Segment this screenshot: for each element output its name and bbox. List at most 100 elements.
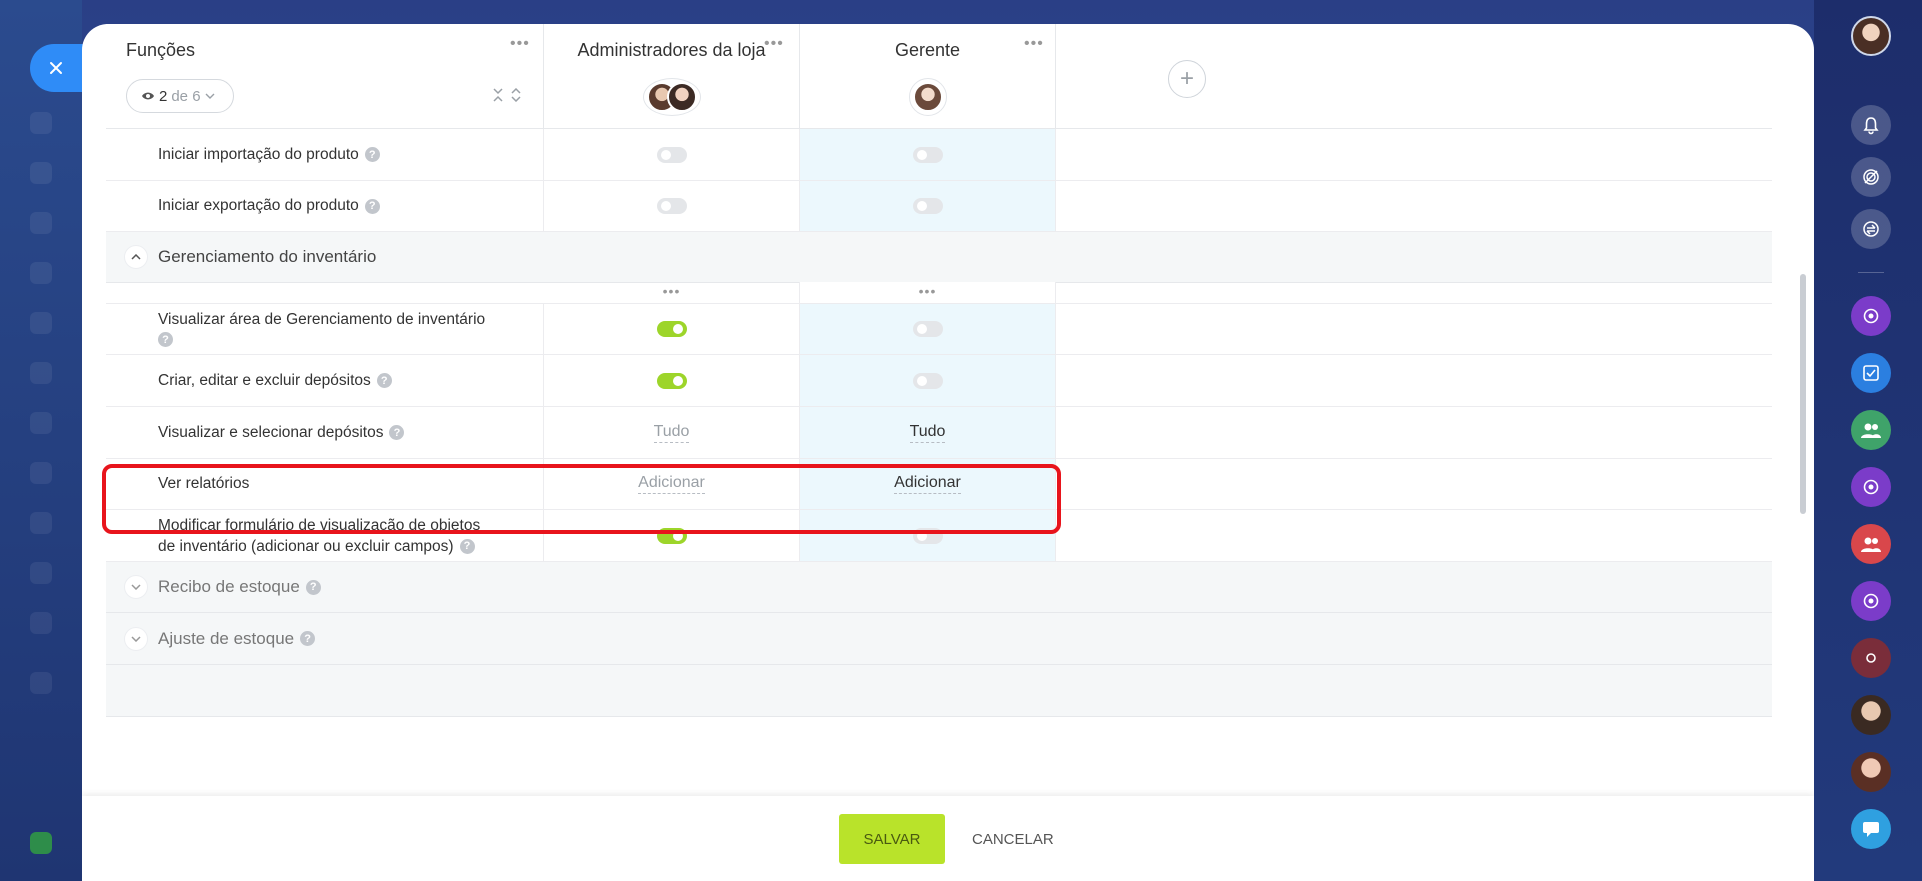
help-icon[interactable]: ? [305, 579, 321, 595]
role-members[interactable] [908, 78, 947, 116]
save-button[interactable]: SALVAR [839, 814, 945, 864]
permissions-table: Funções ••• 2 de 6 Administradores da lo… [106, 24, 1772, 796]
admin-cell [544, 510, 800, 561]
app-openchannel-button[interactable] [1851, 296, 1891, 336]
role-column-header-store-admins: Administradores da loja ••• [544, 24, 800, 128]
help-icon[interactable]: ? [459, 538, 475, 554]
permission-toggle[interactable] [656, 321, 687, 337]
manager-cell: Tudo [800, 407, 1056, 458]
permission-toggle[interactable] [912, 372, 943, 389]
ghost-icon [30, 162, 52, 184]
more-options-icon[interactable]: ••• [544, 282, 800, 303]
permission-text: Criar, editar e excluir depósitos [158, 371, 371, 389]
app-group-button[interactable] [1851, 410, 1891, 450]
table-row: Criar, editar e excluir depósitos? [106, 355, 1772, 407]
circle-icon [1866, 653, 1876, 663]
access-level-selector[interactable]: Tudo [909, 423, 946, 443]
admin-cell [544, 304, 800, 354]
role-members[interactable] [642, 78, 701, 116]
access-permissions-panel: Funções ••• 2 de 6 Administradores da lo… [82, 24, 1814, 881]
section-title: Gerenciamento do inventário [158, 247, 377, 266]
chat-button[interactable] [1851, 809, 1891, 849]
help-icon[interactable]: ? [376, 373, 392, 388]
admin-cell [544, 129, 800, 180]
avatar-group [642, 78, 701, 116]
help-icon[interactable]: ? [300, 631, 316, 646]
visible-count: 2 [159, 87, 168, 105]
app-openchannel-button[interactable] [1851, 467, 1891, 507]
user-avatar[interactable] [1851, 16, 1891, 56]
help-icon[interactable]: ? [364, 198, 380, 214]
notifications-bell-button[interactable] [1851, 105, 1891, 145]
add-access-link[interactable]: Adicionar [638, 474, 705, 494]
fingerprint-button[interactable] [1851, 157, 1891, 197]
close-button[interactable] [30, 44, 90, 92]
admin-cell [544, 355, 800, 406]
section-header-stock-receipt[interactable]: Recibo de estoque ? [106, 562, 1772, 613]
manager-cell [800, 304, 1056, 354]
permission-toggle[interactable] [912, 321, 943, 337]
cancel-button[interactable]: CANCELAR [966, 814, 1060, 864]
permission-text: de inventário (adicionar ou excluir camp… [158, 537, 454, 555]
contact-avatar[interactable] [1851, 752, 1891, 792]
chevron-down-icon[interactable] [124, 575, 148, 599]
permission-text: Iniciar importação do produto [158, 145, 359, 163]
permission-text: Visualizar e selecionar depósitos [158, 423, 384, 441]
permission-label: Iniciar exportação do produto? [106, 181, 544, 231]
permission-toggle[interactable] [912, 198, 943, 214]
section-header-stock-adjustment[interactable]: Ajuste de estoque ? [106, 613, 1772, 665]
access-level-selector[interactable]: Tudo [653, 423, 690, 443]
chevron-down-icon[interactable] [124, 626, 148, 651]
app-openchannel-button[interactable] [1851, 581, 1891, 621]
permission-toggle[interactable] [656, 198, 687, 214]
more-options-icon[interactable]: ••• [800, 282, 1056, 303]
section-options-row: ••• ••• [106, 282, 1772, 304]
more-options-icon[interactable]: ••• [1024, 35, 1044, 53]
section-header-inventory[interactable]: Gerenciamento do inventário [106, 232, 1772, 283]
more-options-icon[interactable]: ••• [510, 35, 530, 53]
close-icon [50, 62, 62, 74]
permission-toggle[interactable] [912, 146, 943, 163]
section-header-next [106, 665, 1772, 717]
sync-button[interactable] [1851, 209, 1891, 249]
chat-app-icon [1863, 593, 1879, 609]
table-row: Iniciar importação do produto? [106, 129, 1772, 181]
help-icon[interactable]: ? [389, 425, 405, 440]
table-row: Ver relatórios Adicionar Adicionar [106, 459, 1772, 510]
permission-toggle[interactable] [656, 372, 687, 389]
add-access-link[interactable]: Adicionar [894, 474, 961, 494]
permission-label: Modificar formulário de visualização de … [106, 510, 544, 561]
visible-roles-filter[interactable]: 2 de 6 [126, 79, 234, 113]
help-icon[interactable]: ? [364, 147, 380, 162]
permission-toggle[interactable] [912, 527, 943, 544]
help-icon[interactable]: ? [158, 332, 173, 347]
vertical-scrollbar[interactable] [1800, 274, 1806, 514]
permission-toggle[interactable] [656, 146, 687, 163]
more-options-icon[interactable]: ••• [764, 35, 784, 53]
chevron-up-icon[interactable] [124, 245, 148, 269]
app-tasks-button[interactable] [1851, 353, 1891, 393]
permission-toggle[interactable] [656, 527, 687, 544]
ghost-icon [30, 462, 52, 484]
chat-app-icon [1863, 479, 1879, 495]
collapse-icon[interactable] [492, 88, 504, 102]
contact-avatar[interactable] [1851, 695, 1891, 735]
ghost-icon [30, 832, 52, 854]
ghost-icon [30, 112, 52, 134]
app-circle-button[interactable] [1851, 638, 1891, 678]
table-row: Modificar formulário de visualização de … [106, 510, 1772, 562]
ghost-icon [30, 262, 52, 284]
table-row: Visualizar e selecionar depósitos? Tudo … [106, 407, 1772, 459]
expand-icon[interactable] [510, 88, 522, 102]
collapse-expand-controls[interactable] [492, 88, 522, 102]
permission-label: Visualizar área de Gerenciamento de inve… [106, 304, 544, 354]
app-group-button[interactable] [1851, 524, 1891, 564]
add-role-button[interactable]: + [1168, 60, 1206, 98]
plus-icon: + [1179, 65, 1194, 92]
ghost-icon [30, 312, 52, 334]
ghost-icon [30, 512, 52, 534]
table-row: Visualizar área de Gerenciamento de inve… [106, 304, 1772, 355]
footer-bar: SALVAR CANCELAR [82, 796, 1814, 881]
section-title: Recibo de estoque [158, 577, 300, 596]
chevron-down-icon [205, 93, 215, 99]
